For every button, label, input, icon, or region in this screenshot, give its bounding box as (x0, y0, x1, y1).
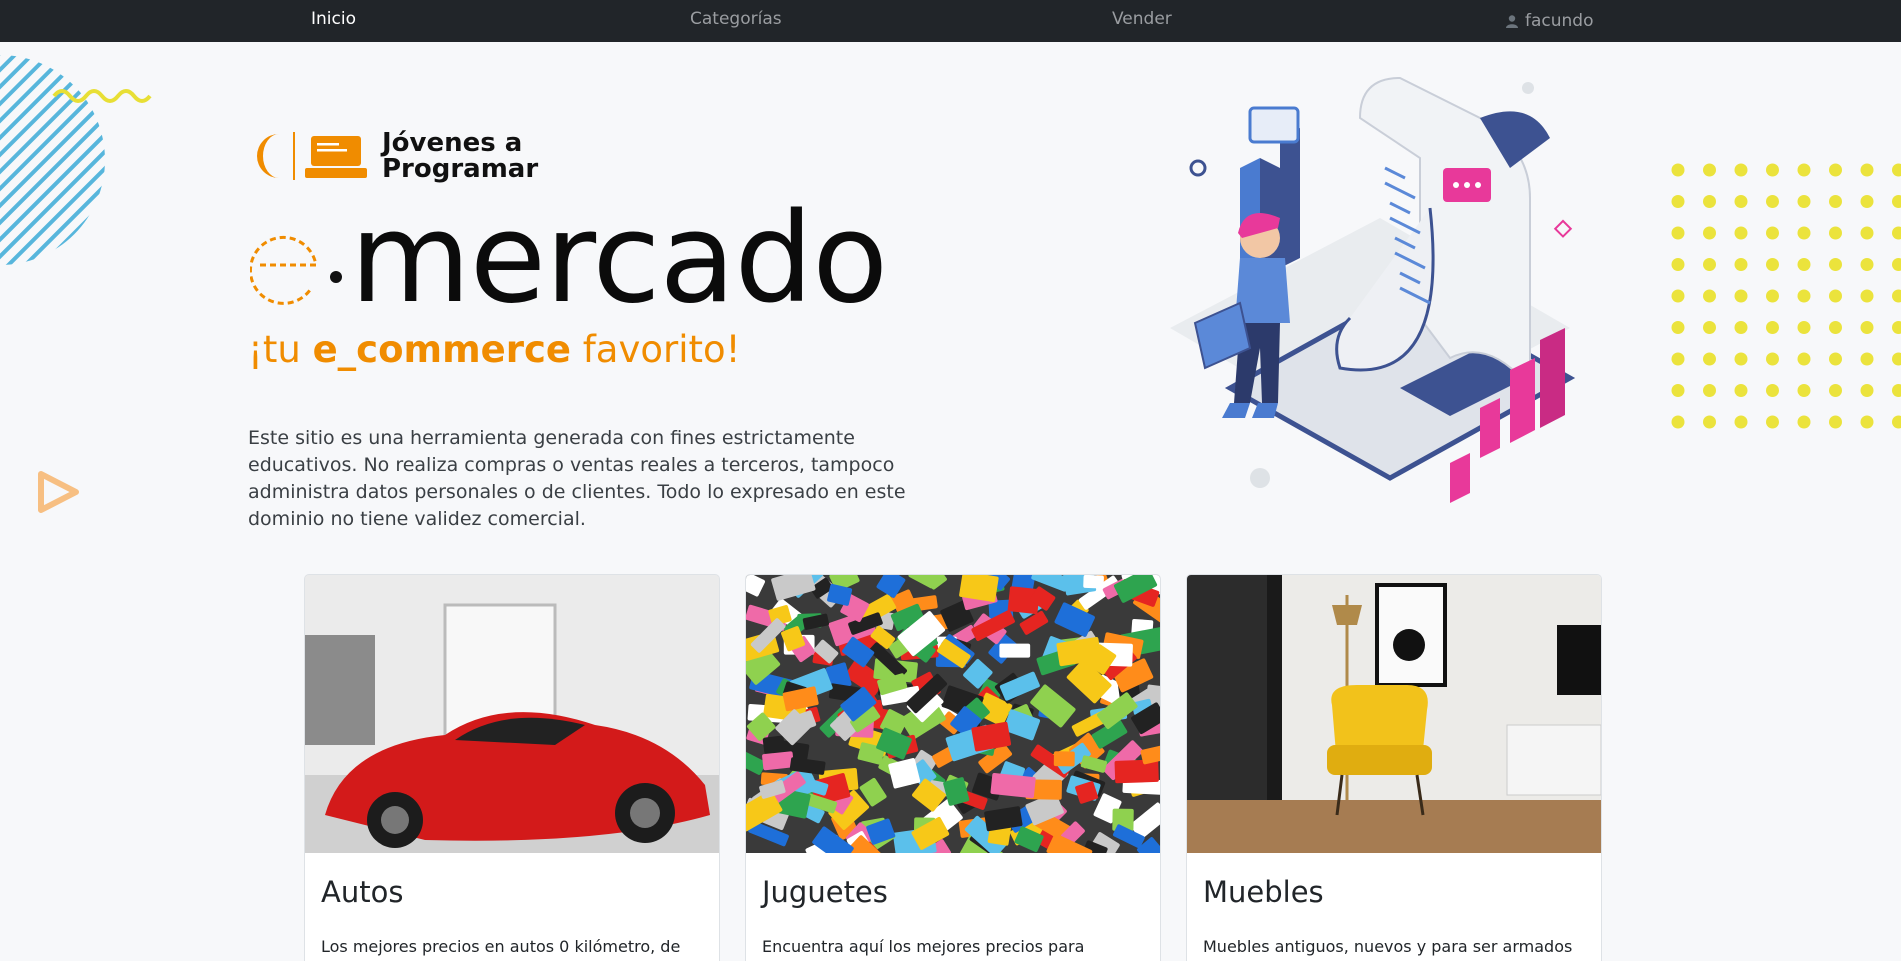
isometric-laptop-illustration (1170, 76, 1576, 503)
juguetes-image (746, 575, 1160, 853)
e-letter-icon (250, 235, 342, 305)
tagline: ¡tu e_commerce favorito! (248, 328, 741, 371)
autos-image (305, 575, 719, 853)
dot-grid-decoration (1671, 163, 1901, 429)
category-cards: Autos Los mejores precios en autos 0 kil… (304, 574, 1602, 961)
top-navbar: Inicio Categorías Vender facundo (0, 0, 1901, 42)
card-title: Autos (321, 875, 404, 909)
disclaimer-text: Este sitio es una herramienta generada c… (248, 427, 906, 530)
nav-inicio[interactable]: Inicio (311, 0, 356, 42)
nav-categorias[interactable]: Categorías (690, 0, 782, 42)
card-text: Encuentra aquí los mejores precios para (762, 937, 1085, 956)
card-juguetes[interactable]: Juguetes Encuentra aquí los mejores prec… (745, 574, 1161, 961)
card-text: Los mejores precios en autos 0 kilómetro… (321, 937, 681, 956)
muebles-image (1187, 575, 1601, 853)
card-muebles[interactable]: Muebles Muebles antiguos, nuevos y para … (1186, 574, 1602, 961)
triangle-decoration (38, 471, 79, 513)
zigzag-decoration (52, 89, 152, 103)
e-mercado-wordmark: mercado (250, 187, 888, 331)
card-autos[interactable]: Autos Los mejores precios en autos 0 kil… (304, 574, 720, 961)
hero-section: Jóvenes a Programar mercado ¡tu e_commer… (0, 42, 1901, 562)
card-title: Muebles (1203, 875, 1324, 909)
nav-vender[interactable]: Vender (1112, 0, 1172, 42)
jap-logo-icon (257, 132, 367, 180)
nav-user-menu[interactable]: facundo (1505, 0, 1594, 42)
logo-line-2: Programar (382, 154, 539, 184)
brand-name: mercado (350, 187, 888, 331)
user-icon (1506, 15, 1518, 28)
card-text: Muebles antiguos, nuevos y para ser arma… (1203, 937, 1573, 956)
user-name: facundo (1525, 11, 1594, 31)
card-title: Juguetes (762, 875, 888, 909)
jovenes-a-programar-logo: Jóvenes a Programar (253, 130, 538, 182)
logo-line-1: Jóvenes a (382, 128, 523, 158)
striped-circle-decoration (0, 55, 105, 265)
